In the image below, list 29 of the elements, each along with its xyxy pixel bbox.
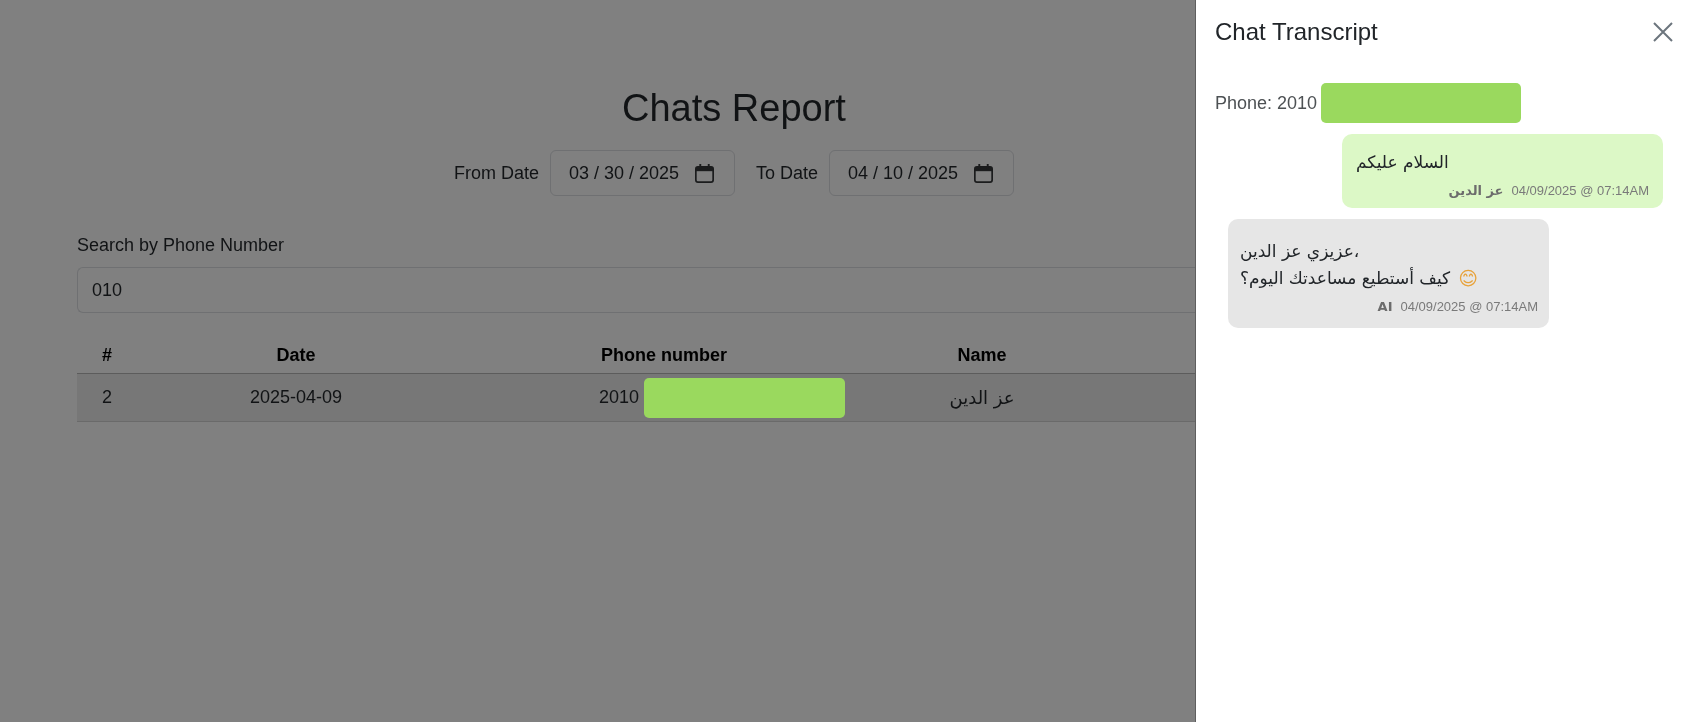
page-title: Chats Report xyxy=(622,86,846,131)
close-icon xyxy=(1653,22,1673,42)
smiling-face-icon: 😊 xyxy=(1458,269,1478,288)
field-label: Search by Phone Number xyxy=(77,234,285,257)
phone-label: Phone: 2010 xyxy=(1215,92,1318,115)
message-timestamp: 04/09/2025 @ 07:14AM xyxy=(1400,298,1538,316)
panel-title: Chat Transcript xyxy=(1215,17,1378,47)
column-header: Name xyxy=(957,343,1007,367)
column-header: Date xyxy=(276,343,316,367)
calendar-icon[interactable] xyxy=(974,163,994,183)
date-field[interactable]: 04 / 10 / 2025 xyxy=(829,150,1015,196)
field-label: To Date xyxy=(756,162,819,185)
column-header: # xyxy=(102,343,112,367)
close-button[interactable] xyxy=(1651,20,1675,44)
column-header: Phone number xyxy=(601,343,727,367)
date-field[interactable]: 03 / 30 / 2025 xyxy=(550,150,735,196)
search-field[interactable]: 010 xyxy=(77,267,1195,313)
sender-name: AI xyxy=(1377,298,1393,316)
field-label: From Date xyxy=(453,162,539,185)
calendar-icon[interactable] xyxy=(695,163,714,183)
table-cell-text: عز الدين xyxy=(949,386,1015,411)
message-timestamp: 04/09/2025 @ 07:14AM xyxy=(1511,182,1649,200)
message-text: عزيزي عز الدين، xyxy=(1240,240,1360,264)
table-cell-text: 2 xyxy=(102,386,112,409)
message-text: كيف أستطيع مساعدتك اليوم؟ xyxy=(1240,266,1451,291)
message-text: السلام عليكم xyxy=(1356,151,1449,174)
sender-name: عز الدين xyxy=(1448,182,1504,200)
table-cell-text: 2010 xyxy=(599,386,640,409)
table-cell-text: 2025-04-09 xyxy=(249,386,343,409)
